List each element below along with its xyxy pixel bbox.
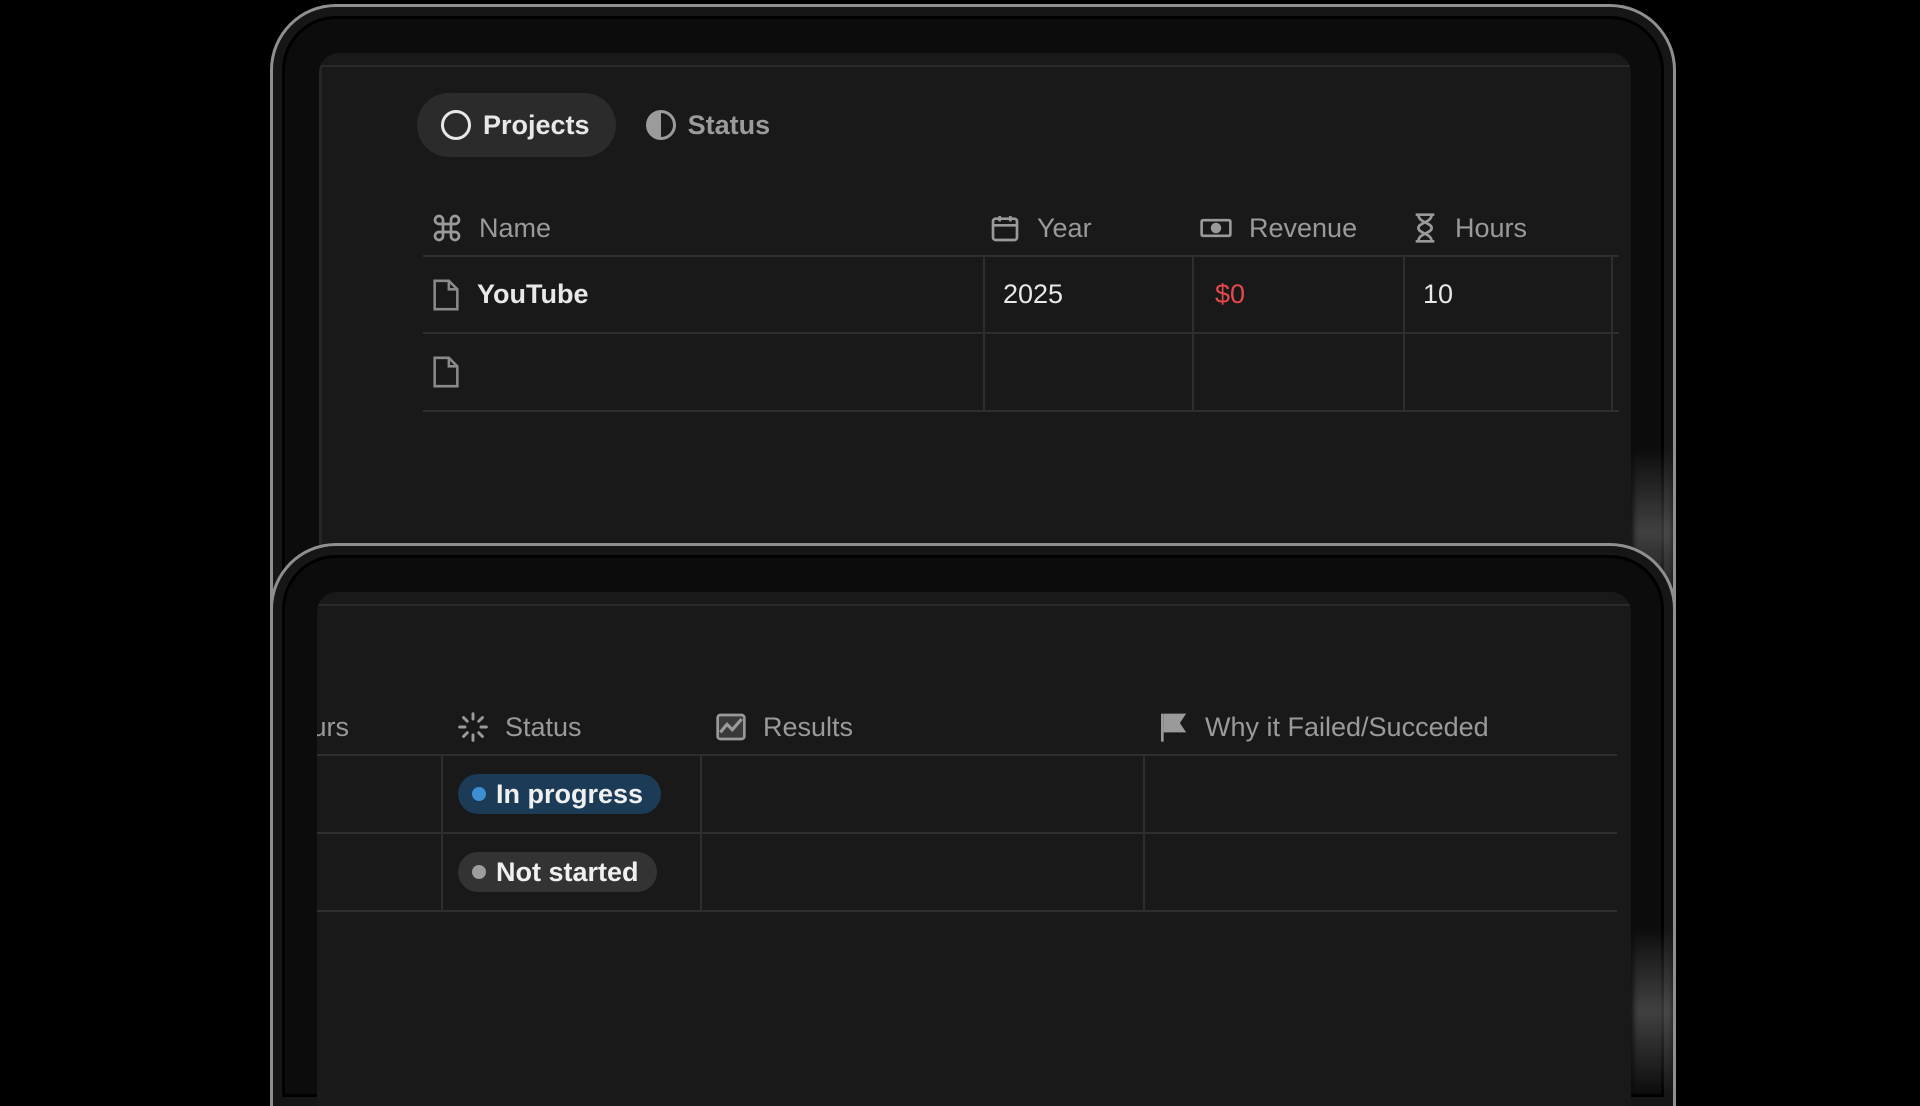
column-header-status[interactable]: Status <box>457 692 582 762</box>
column-header-year[interactable]: Year <box>989 193 1092 263</box>
frame-reflection <box>1633 926 1673 1096</box>
column-divider <box>983 255 985 412</box>
hourglass-icon <box>1411 212 1439 244</box>
column-label: Hours <box>1455 212 1528 243</box>
status-label: Not started <box>496 856 639 887</box>
column-divider <box>1611 255 1613 412</box>
column-header-name[interactable]: Name <box>431 193 551 263</box>
loading-spinner-icon <box>457 711 489 743</box>
row-divider <box>423 332 1619 334</box>
table-row-name-cell[interactable]: YouTube <box>431 257 588 332</box>
column-divider <box>1192 255 1194 412</box>
page-icon <box>431 278 461 312</box>
revenue-cell[interactable]: $0 <box>1215 257 1245 332</box>
status-screen: Hours Status Results Why it Failed/Succe… <box>317 592 1631 1106</box>
device-frame-bottom: Hours Status Results Why it Failed/Succe… <box>270 543 1676 1106</box>
column-header-hours[interactable]: Hours <box>317 692 349 762</box>
command-icon <box>431 212 463 244</box>
hours-value: 10 <box>1423 279 1454 309</box>
money-icon <box>1199 212 1233 244</box>
status-badge[interactable]: In progress <box>458 774 662 814</box>
year-value: 2025 <box>1003 279 1064 309</box>
status-dot <box>472 787 486 801</box>
column-header-revenue[interactable]: Revenue <box>1199 193 1357 263</box>
hours-cell[interactable]: 10 <box>1423 257 1453 332</box>
column-label: Status <box>505 711 582 742</box>
row-divider <box>317 910 1617 912</box>
status-cell[interactable]: In progress <box>458 756 662 832</box>
calendar-icon <box>989 212 1021 244</box>
status-label: In progress <box>496 778 644 809</box>
column-header-results[interactable]: Results <box>715 692 853 762</box>
column-label: Revenue <box>1249 212 1358 243</box>
status-table: Hours Status Results Why it Failed/Succe… <box>317 592 1617 1092</box>
flag-icon <box>1157 711 1189 743</box>
column-header-hours[interactable]: Hours <box>1411 193 1527 263</box>
year-cell[interactable]: 2025 <box>1003 257 1063 332</box>
column-label: Why it Failed/Succeded <box>1205 711 1489 742</box>
column-label: Hours <box>317 711 350 742</box>
projects-table: Name Year Revenue Hours YouTube 2025 $0 … <box>319 53 1619 553</box>
column-label: Name <box>479 212 552 243</box>
column-divider <box>700 754 702 912</box>
table-row-name-cell[interactable] <box>431 334 461 410</box>
column-label: Year <box>1037 212 1092 243</box>
chart-icon <box>715 711 747 743</box>
column-header-why-failed-succeded[interactable]: Why it Failed/Succeded <box>1157 692 1489 762</box>
revenue-value: $0 <box>1215 279 1246 309</box>
column-label: Results <box>763 711 854 742</box>
status-dot <box>472 865 486 879</box>
page-icon <box>431 355 461 389</box>
row-divider <box>423 410 1619 412</box>
column-divider <box>1403 255 1405 412</box>
status-cell[interactable]: Not started <box>458 834 657 910</box>
column-divider <box>441 754 443 912</box>
project-name: YouTube <box>477 279 589 309</box>
column-divider <box>1143 754 1145 912</box>
status-badge[interactable]: Not started <box>458 852 657 892</box>
